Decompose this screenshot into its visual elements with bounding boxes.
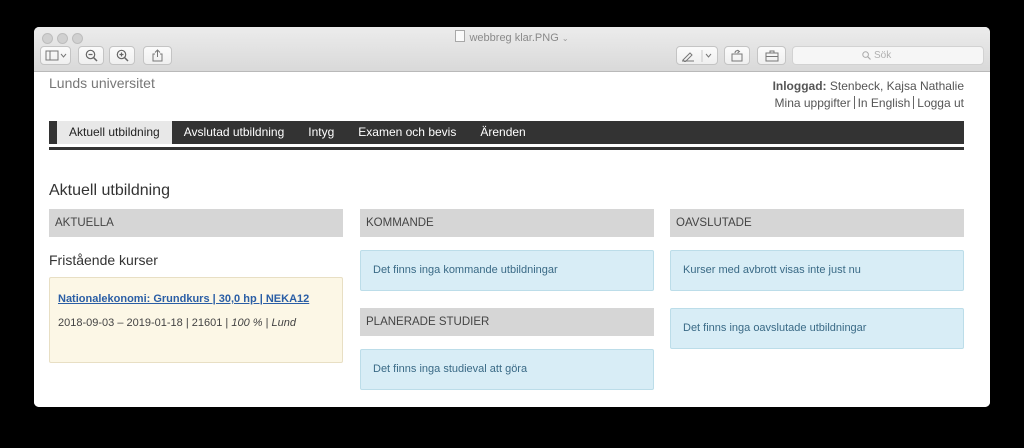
web-page: Lunds universitet Inloggad: Stenbeck, Ka… xyxy=(34,72,990,407)
aktuella-heading: AKTUELLA xyxy=(49,209,343,237)
toolbox-button[interactable] xyxy=(757,46,786,65)
oavslutade-heading: OAVSLUTADE xyxy=(670,209,964,237)
user-links: Mina uppgifter In English Logga ut xyxy=(775,96,964,110)
rotate-button[interactable] xyxy=(724,46,750,65)
kommande-message: Det finns inga kommande utbildningar xyxy=(360,250,654,291)
share-button[interactable] xyxy=(143,46,172,65)
course-card: Nationalekonomi: Grundkurs | 30,0 hp | N… xyxy=(49,277,343,363)
link-divider xyxy=(853,96,855,109)
tab-arenden[interactable]: Ärenden xyxy=(468,121,537,144)
search-field[interactable] xyxy=(792,46,984,65)
logout-link[interactable]: Logga ut xyxy=(917,96,964,110)
sidebar-icon xyxy=(45,50,66,61)
avbrott-message: Kurser med avbrott visas inte just nu xyxy=(670,250,964,291)
markup-button[interactable] xyxy=(676,46,718,65)
tab-avslutad-utbildning[interactable]: Avslutad utbildning xyxy=(172,121,297,144)
university-logo[interactable]: Lunds universitet xyxy=(49,75,155,91)
course-details: 2018-09-03 – 2019-01-18 | 21601 | 100 % … xyxy=(58,317,296,329)
tab-aktuell-utbildning[interactable]: Aktuell utbildning xyxy=(57,121,172,144)
chevron-down-icon: ⌄ xyxy=(561,34,569,43)
toolbox-icon xyxy=(765,50,778,61)
window-title[interactable]: webbreg klar.PNG ⌄ xyxy=(34,30,990,44)
course-dates: 2018-09-03 – 2019-01-18 xyxy=(58,317,183,329)
kommande-heading: KOMMANDE xyxy=(360,209,654,237)
pen-icon xyxy=(682,49,712,62)
course-link[interactable]: Nationalekonomi: Grundkurs | 30,0 hp | N… xyxy=(58,293,309,305)
course-pace: 100 % xyxy=(231,317,263,329)
main-navigation: Aktuell utbildning Avslutad utbildning I… xyxy=(49,121,964,147)
search-icon xyxy=(862,51,871,60)
user-name: Stenbeck, Kajsa Nathalie xyxy=(829,79,964,93)
course-location: Lund xyxy=(271,317,296,329)
logged-in-info: Inloggad: Stenbeck, Kajsa Nathalie xyxy=(773,79,964,93)
search-input[interactable] xyxy=(871,50,914,61)
oavslutade-message: Det finns inga oavslutade utbildningar xyxy=(670,308,964,349)
zoom-in-button[interactable] xyxy=(109,46,135,65)
tab-examen-och-bevis[interactable]: Examen och bevis xyxy=(346,121,468,144)
window-title-text: webbreg klar.PNG xyxy=(469,32,559,44)
my-details-link[interactable]: Mina uppgifter xyxy=(775,96,851,110)
fristaende-kurser-heading: Fristående kurser xyxy=(49,252,158,268)
logged-in-label: Inloggad: xyxy=(772,79,827,93)
file-icon xyxy=(455,30,466,42)
planerade-studier-heading: PLANERADE STUDIER xyxy=(360,308,654,336)
page-title: Aktuell utbildning xyxy=(49,182,170,199)
title-bar: webbreg klar.PNG ⌄ xyxy=(34,27,990,72)
preview-window: webbreg klar.PNG ⌄ Sök Lunds universitet… xyxy=(34,27,990,407)
zoom-out-button[interactable] xyxy=(78,46,104,65)
zoom-out-icon xyxy=(85,49,98,62)
zoom-in-icon xyxy=(116,49,129,62)
link-divider xyxy=(913,96,915,109)
in-english-link[interactable]: In English xyxy=(858,96,911,110)
tab-intyg[interactable]: Intyg xyxy=(296,121,346,144)
rotate-icon xyxy=(731,49,743,62)
share-icon xyxy=(152,49,163,62)
planerade-studier-message: Det finns inga studieval att göra xyxy=(360,349,654,390)
course-code: 21601 xyxy=(191,317,223,329)
sidebar-toggle-button[interactable] xyxy=(40,46,71,65)
